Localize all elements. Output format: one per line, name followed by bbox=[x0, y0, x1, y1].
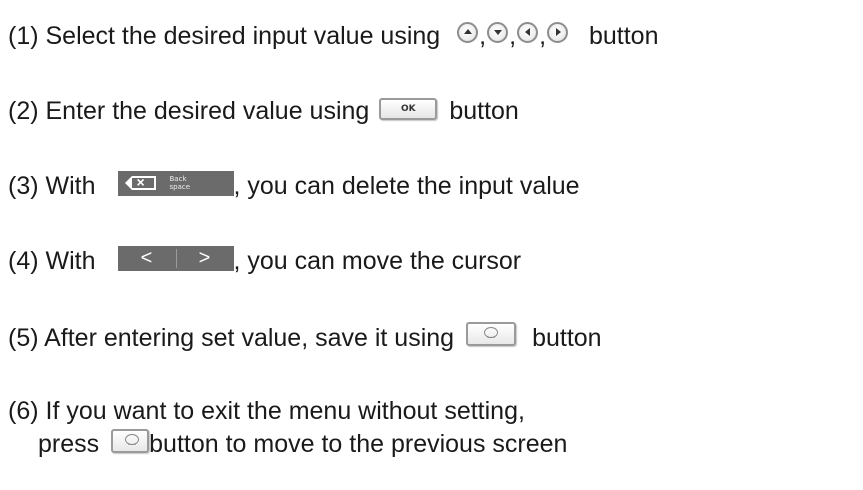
cursor-right-icon: > bbox=[198, 247, 211, 270]
backspace-label-line-1: Back bbox=[169, 175, 187, 184]
step-4-suffix: , you can move the cursor bbox=[233, 247, 522, 276]
left-arrow-button-icon bbox=[517, 21, 539, 43]
backspace-glyph-icon bbox=[124, 173, 156, 191]
step-2: (2) Enter the desired value using OK butto… bbox=[8, 95, 519, 126]
step-1: (1) Select the desired input value using… bbox=[8, 20, 658, 51]
step-1-suffix: button bbox=[588, 22, 659, 51]
step-1-text: (1) Select the desired input value using bbox=[8, 22, 441, 51]
backspace-key-icon: Back space bbox=[117, 170, 234, 196]
step-6-continued: press button to move to the previous scre… bbox=[38, 428, 567, 459]
backspace-key-label: Back space bbox=[170, 175, 191, 191]
step-6-line-1: (6) If you want to exit the menu without… bbox=[8, 397, 525, 426]
step-6: (6) If you want to exit the menu without… bbox=[8, 395, 525, 426]
message-button-icon bbox=[466, 322, 517, 352]
step-2-suffix: button bbox=[449, 97, 519, 126]
cursor-left-icon: < bbox=[140, 247, 153, 270]
step-6-text: press bbox=[38, 430, 100, 459]
comma-separator: , bbox=[539, 22, 547, 51]
up-arrow-button-icon bbox=[457, 21, 479, 43]
step-5-text: (5) After entering set value, save it us… bbox=[8, 324, 455, 353]
step-3-text: (3) With bbox=[8, 172, 96, 201]
down-arrow-button-icon bbox=[487, 21, 509, 43]
step-5-suffix: button bbox=[532, 324, 602, 353]
comma-separator: , bbox=[509, 22, 517, 51]
right-arrow-button-icon bbox=[547, 21, 569, 43]
comma-separator: , bbox=[479, 22, 487, 51]
step-6-suffix: button to move to the previous screen bbox=[149, 430, 568, 459]
step-5: (5) After entering set value, save it us… bbox=[8, 322, 602, 354]
step-4-text: (4) With bbox=[8, 247, 96, 276]
step-2-text: (2) Enter the desired value using bbox=[8, 97, 370, 126]
step-4: (4) With < > , you can move the cursor bbox=[8, 245, 521, 277]
ok-button-icon: OK bbox=[379, 98, 438, 121]
cursor-keys-icon: < > bbox=[117, 245, 234, 271]
step-3-suffix: , you can delete the input value bbox=[233, 172, 580, 201]
message-button-icon bbox=[111, 429, 150, 459]
step-3: (3) With Back space , you can delete the… bbox=[8, 170, 580, 202]
backspace-label-line-2: space bbox=[169, 183, 191, 192]
